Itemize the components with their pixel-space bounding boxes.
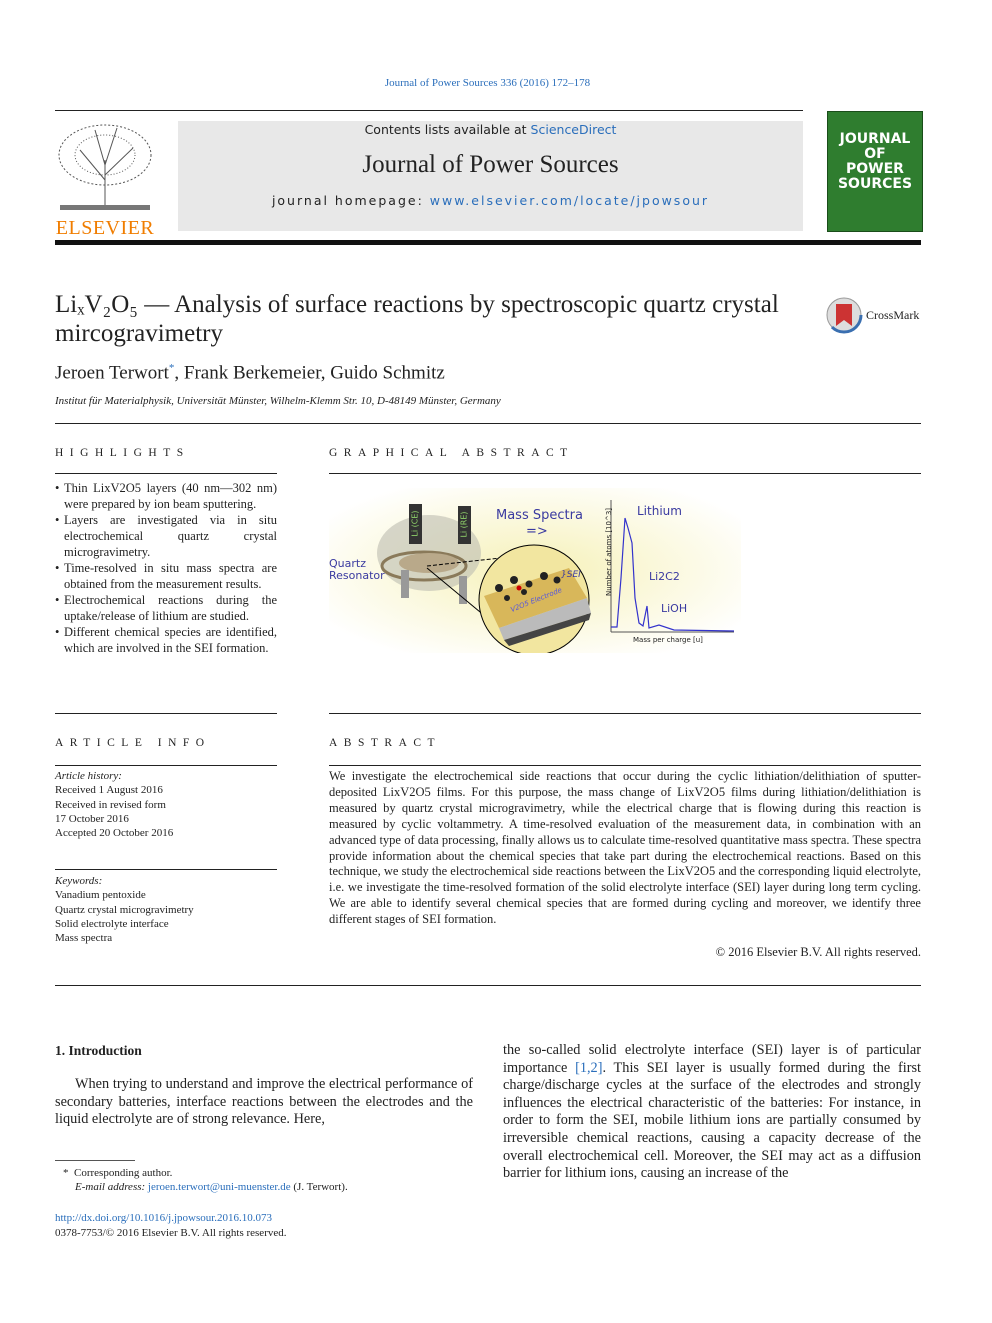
keywords-label: Keywords: [55, 875, 103, 887]
crossmark-label: CrossMark [866, 307, 920, 322]
history-item: 17 October 2016 [55, 812, 129, 825]
sciencedirect-link[interactable]: ScienceDirect [531, 122, 617, 137]
keywords: Keywords: Vanadium pentoxide Quartz crys… [55, 874, 194, 945]
highlight-item: Different chemical species are identifie… [55, 624, 277, 656]
publisher-name: ELSEVIER [55, 217, 155, 239]
highlight-item: Thin LixV2O5 layers (40 nm—302 nm) were … [55, 480, 277, 512]
elsevier-tree-icon [55, 120, 155, 212]
label-sei: }SEI [561, 570, 581, 580]
label-ce-electrode: Li (CE) [410, 510, 420, 537]
intro-paragraph-1: When trying to understand and improve th… [55, 1076, 473, 1128]
footnote-mark: * [63, 1167, 69, 1179]
homepage-label: journal homepage: [271, 193, 430, 208]
abstract-copyright: © 2016 Elsevier B.V. All rights reserved… [715, 945, 921, 959]
reference-link[interactable]: [1,2] [575, 1060, 602, 1076]
keyword: Quartz crystal microgravimetry [55, 903, 194, 916]
label-resonator: Resonator [329, 569, 385, 582]
label-li2c2: Li2C2 [649, 570, 680, 583]
graphical-abstract-heading: GRAPHICAL ABSTRACT [329, 447, 574, 459]
issn-line: 0378-7753/© 2016 Elsevier B.V. All right… [55, 1227, 287, 1239]
email-label: E-mail address: [75, 1181, 148, 1194]
keyword: Vanadium pentoxide [55, 889, 146, 902]
intro-paragraph-2: the so-called solid electrolyte interfac… [503, 1042, 921, 1183]
graphical-abstract-figure: Li (CE) Li (RE) V2O5 Electrode Quartz Res… [329, 488, 741, 653]
highlights-list: Thin LixV2O5 layers (40 nm—302 nm) were … [55, 480, 277, 656]
article-title: LiₓV₂O₅ — Analysis of surface reactions … [55, 290, 815, 348]
journal-citation[interactable]: Journal of Power Sources 336 (2016) 172–… [0, 77, 975, 89]
support-left [401, 570, 409, 598]
email-suffix: (J. Terwort). [290, 1181, 348, 1194]
history-item: Accepted 20 October 2016 [55, 827, 174, 840]
other-authors: , Frank Berkemeier, Guido Schmitz [174, 362, 445, 384]
email-link[interactable]: jeroen.terwort@uni-muenster.de [148, 1181, 291, 1193]
journal-name: Journal of Power Sources [362, 151, 619, 178]
elsevier-logo[interactable]: ELSEVIER [55, 120, 155, 239]
author-list: Jeroen Terwort*, Frank Berkemeier, Guido… [55, 362, 445, 384]
abstract-heading: ABSTRACT [329, 737, 442, 749]
highlight-item: Layers are investigated via in situ elec… [55, 512, 277, 560]
homepage-link[interactable]: www.elsevier.com/locate/jpowsour [430, 193, 709, 208]
arrow-label: => [526, 524, 548, 539]
header-rule [55, 240, 921, 245]
affiliation: Institut für Materialphysik, Universität… [55, 395, 501, 407]
cover-title: JOURNAL OF POWER SOURCES [837, 131, 913, 192]
label-lithium: Lithium [637, 504, 682, 518]
footnote-corresponding: Corresponding author. [74, 1167, 173, 1179]
journal-cover[interactable]: JOURNAL OF POWER SOURCES [827, 111, 923, 232]
footnote: * Corresponding author. E-mail address: … [63, 1166, 348, 1195]
intro-heading: 1. Introduction [55, 1043, 142, 1058]
label-re-electrode: Li (RE) [459, 511, 469, 538]
spectrum-x-label: Mass per charge [u] [633, 636, 703, 644]
article-info-heading: ARTICLE INFO [55, 737, 211, 749]
crossmark-icon [825, 296, 863, 334]
highlight-item: Electrochemical reactions during the upt… [55, 592, 277, 624]
keyword: Mass spectra [55, 932, 113, 945]
highlight-item: Time-resolved in situ mass spectra are o… [55, 560, 277, 592]
history-item: Received in revised form [55, 798, 166, 811]
highlights-heading: HIGHLIGHTS [55, 447, 190, 459]
keyword: Solid electrolyte interface [55, 917, 169, 930]
crossmark-button[interactable]: CrossMark [825, 296, 919, 334]
history-item: Received 1 August 2016 [55, 784, 163, 797]
label-lioh: LiOH [661, 602, 688, 615]
article-history: Article history: Received 1 August 2016 … [55, 769, 173, 840]
spectrum-y-label: Number of atoms [10^3] [605, 507, 614, 597]
title-line-2: mircogravimetry [55, 320, 223, 347]
paper-page: Journal of Power Sources 336 (2016) 172–… [0, 0, 992, 1323]
journal-banner: Contents lists available at ScienceDirec… [178, 121, 803, 231]
intro-text: . This SEI layer is usually formed durin… [503, 1059, 921, 1182]
title-line-1: LiₓV₂O₅ — Analysis of surface reactions … [55, 291, 779, 318]
history-label: Article history: [55, 770, 122, 782]
abstract-text: We investigate the electrochemical side … [329, 769, 921, 927]
doi-link[interactable]: http://dx.doi.org/10.1016/j.jpowsour.201… [55, 1211, 272, 1225]
author-terwort[interactable]: Jeroen Terwort [55, 362, 169, 383]
contents-prefix: Contents lists available at [364, 122, 531, 137]
label-mass-spectra: Mass Spectra [496, 508, 583, 523]
